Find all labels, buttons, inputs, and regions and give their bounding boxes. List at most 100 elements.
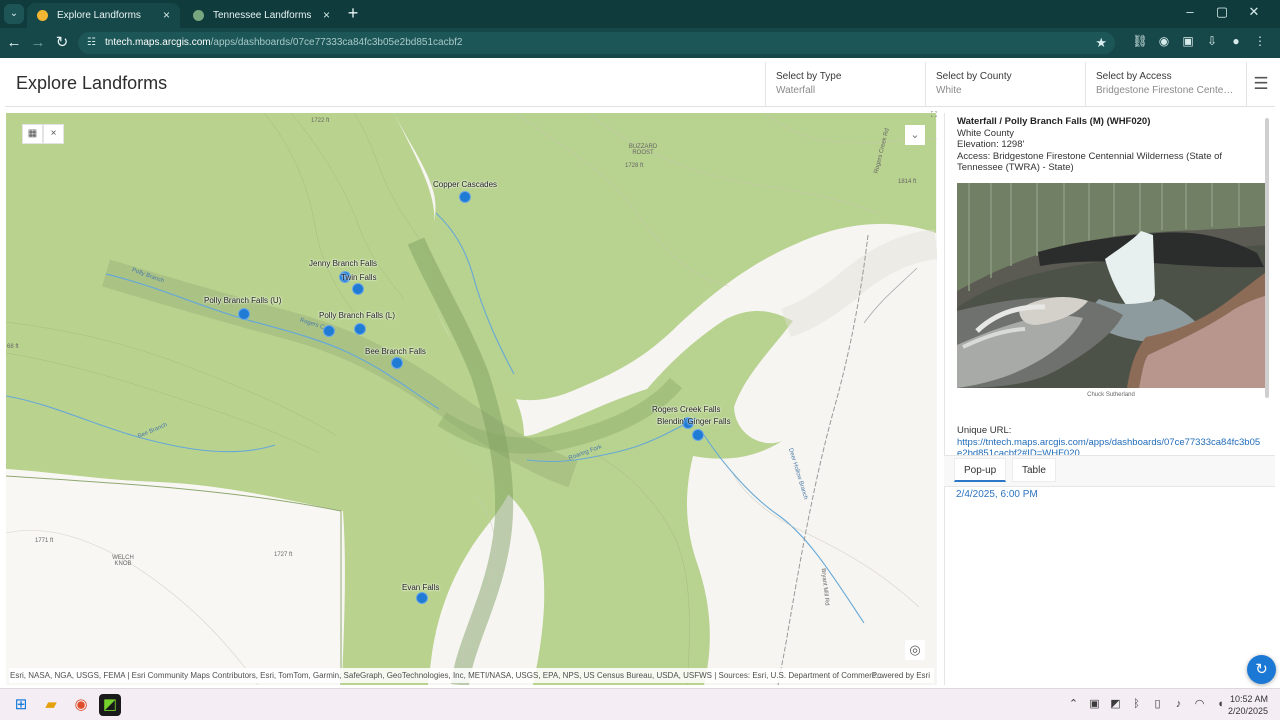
- area-label: WELCH KNOB: [112, 555, 134, 567]
- place-label: Jenny Branch Falls: [309, 259, 378, 268]
- waterfall-marker[interactable]: [354, 323, 366, 335]
- waterfall-marker[interactable]: [416, 592, 428, 604]
- back-icon[interactable]: ←: [5, 34, 23, 52]
- microphone-icon[interactable]: ♪: [1168, 698, 1189, 710]
- nvidia-icon[interactable]: ◩: [99, 694, 121, 716]
- waterfall-marker[interactable]: [323, 325, 335, 337]
- unique-url-link[interactable]: https://tntech.maps.arcgis.com/apps/dash…: [957, 437, 1265, 455]
- select-type-value: Waterfall: [776, 85, 816, 96]
- terrain-map-canvas: [6, 113, 937, 685]
- refresh-icon[interactable]: ↻: [1247, 655, 1276, 684]
- page-title: Explore Landforms: [16, 73, 168, 93]
- feature-details: Waterfall / Polly Branch Falls (M) (WHF0…: [957, 116, 1267, 174]
- waterfall-photo: [957, 183, 1265, 388]
- select-area-button[interactable]: ▦: [22, 124, 43, 144]
- feature-county: White County: [957, 127, 1015, 139]
- window-controls: – ▢ ✕: [1174, 4, 1270, 20]
- address-bar[interactable]: ☷ tntech.maps.arcgis.com/apps/dashboards…: [78, 32, 1115, 54]
- avatar[interactable]: ●: [1224, 34, 1248, 48]
- place-label: Polly Branch Falls (L): [319, 311, 396, 320]
- url-domain: tntech.maps.arcgis.com: [105, 37, 211, 48]
- elevation-label: 1722 ft: [311, 118, 330, 124]
- elevation-label: 1727 ft: [274, 552, 293, 558]
- tab-title: Explore Landforms: [57, 10, 141, 21]
- fullscreen-icon[interactable]: ⛶: [931, 110, 940, 119]
- tab-tennessee-landforms[interactable]: Tennessee Landforms ×: [183, 3, 340, 28]
- area-label: BUZZARD ROOST: [628, 144, 658, 156]
- collapse-map-icon[interactable]: ⌄: [905, 125, 925, 145]
- taskbar-clock[interactable]: 10:52 AM 2/20/2025: [1228, 693, 1268, 717]
- select-county-value: White: [936, 85, 962, 96]
- windows-start-icon[interactable]: ⊞: [10, 694, 32, 716]
- camera-icon[interactable]: ◉: [1152, 34, 1176, 48]
- dashboard-header: Explore Landforms Select by Type Waterfa…: [5, 62, 1275, 107]
- waterfall-marker[interactable]: [391, 357, 403, 369]
- show-hidden-icons[interactable]: ⌃: [1063, 697, 1084, 710]
- place-label: Polly Branch Falls (U): [204, 296, 282, 305]
- close-window-button[interactable]: ✕: [1238, 4, 1270, 20]
- photo-credit: Chuck Sutherland: [1087, 392, 1135, 398]
- elevation-label: 68 ft: [7, 344, 19, 350]
- tab-table[interactable]: Table: [1012, 458, 1056, 482]
- panel-tabs: Pop-up Table: [944, 455, 1275, 487]
- windows-taskbar: ⊞ ▰ ◉ ◩ ⌃ ▣ ◩ ᛒ ▯ ♪ ◠ ◖ 10:52 AM 2/20/2025: [0, 688, 1280, 720]
- browser-toolbar: ← → ↻ ☷ tntech.maps.arcgis.com/apps/dash…: [0, 28, 1280, 58]
- attribution-text: Esri, NASA, NGA, USGS, FEMA | Esri Commu…: [10, 671, 883, 680]
- waterfall-marker[interactable]: [459, 191, 471, 203]
- feature-elevation: Elevation: 1298': [957, 139, 1025, 150]
- waterfall-marker[interactable]: [352, 283, 364, 295]
- tray-app-icon[interactable]: ▣: [1084, 697, 1105, 710]
- menu-icon[interactable]: ☰: [1246, 62, 1275, 107]
- clock-time: 10:52 AM: [1229, 694, 1268, 704]
- feature-access: Access: Bridgestone Firestone Centennial…: [957, 150, 1223, 174]
- tab-explore-landforms[interactable]: Explore Landforms ×: [27, 3, 180, 28]
- browser-tabstrip: ⌄ Explore Landforms × Tennessee Landform…: [0, 0, 1280, 28]
- more-menu-icon[interactable]: ⋮: [1248, 34, 1272, 48]
- file-explorer-icon[interactable]: ▰: [40, 694, 62, 716]
- extensions-icon[interactable]: ▣: [1176, 34, 1200, 48]
- link-icon[interactable]: ⛓: [1128, 34, 1152, 48]
- reload-icon[interactable]: ↻: [53, 34, 71, 52]
- restore-button[interactable]: ▢: [1206, 4, 1238, 20]
- minimize-button[interactable]: –: [1174, 4, 1206, 19]
- bluetooth-icon[interactable]: ᛒ: [1126, 698, 1147, 710]
- tab-popup[interactable]: Pop-up: [954, 458, 1007, 482]
- system-tray: ⌃ ▣ ◩ ᛒ ▯ ♪ ◠ ◖: [1063, 697, 1231, 710]
- last-updated-date: 2/4/2025, 6:00 PM: [956, 489, 1038, 500]
- clear-selection-button[interactable]: ×: [43, 124, 64, 144]
- close-icon[interactable]: ×: [323, 3, 330, 28]
- waterfall-marker[interactable]: [692, 429, 704, 441]
- landforms-map[interactable]: ▦ × ⌄ ◎ 1722 ft BUZZARD ROOST 1728 ft 18…: [6, 113, 937, 685]
- select-access-label: Select by Access: [1096, 71, 1172, 82]
- select-by-county[interactable]: Select by County White: [925, 62, 1085, 107]
- place-label: Twin Falls: [341, 273, 377, 282]
- clock-date: 2/20/2025: [1227, 706, 1268, 716]
- battery-icon[interactable]: ▯: [1147, 697, 1168, 710]
- extension-icons: ⛓ ◉ ▣ ⇩ ● ⋮: [1128, 34, 1272, 48]
- close-icon[interactable]: ×: [163, 3, 170, 28]
- chrome-icon[interactable]: ◉: [70, 694, 92, 716]
- forward-icon[interactable]: →: [29, 34, 47, 52]
- select-by-type[interactable]: Select by Type Waterfall: [765, 62, 925, 107]
- place-label: Rogers Creek Falls: [652, 405, 721, 414]
- elevation-label: 1771 ft: [35, 538, 54, 544]
- select-type-label: Select by Type: [776, 71, 842, 82]
- popup-scrollbar[interactable]: [1265, 118, 1269, 398]
- wifi-icon[interactable]: ◠: [1189, 697, 1210, 710]
- tab-search-menu[interactable]: ⌄: [4, 4, 24, 24]
- map-attribution: Esri, NASA, NGA, USGS, FEMA | Esri Commu…: [9, 668, 934, 683]
- download-icon[interactable]: ⇩: [1200, 34, 1224, 48]
- nvidia-tray-icon[interactable]: ◩: [1105, 697, 1126, 710]
- locate-icon[interactable]: ◎: [905, 640, 925, 660]
- arcgis-favicon-icon: [37, 10, 48, 21]
- bookmark-star-icon[interactable]: ★: [1095, 32, 1107, 54]
- powered-by-esri-link[interactable]: Powered by Esri: [872, 668, 930, 683]
- select-by-access[interactable]: Select by Access Bridgestone Firestone C…: [1085, 62, 1245, 107]
- select-county-label: Select by County: [936, 71, 1012, 82]
- map-favicon-icon: [193, 10, 204, 21]
- site-info-icon[interactable]: ☷: [87, 32, 96, 54]
- new-tab-button[interactable]: +: [343, 4, 363, 24]
- waterfall-marker[interactable]: [238, 308, 250, 320]
- place-label: Blendin' Ginger Falls: [657, 417, 731, 426]
- popup-results-panel: [944, 487, 1275, 685]
